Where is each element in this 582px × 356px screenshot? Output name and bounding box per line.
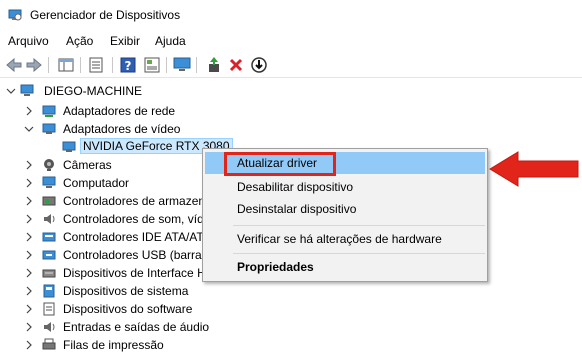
disable-device-label: Desabilitar dispositivo xyxy=(237,180,354,194)
toolbar: ? xyxy=(0,52,582,78)
computer-icon xyxy=(42,176,56,188)
usb-icon xyxy=(42,250,56,260)
properties-label: Propriedades xyxy=(237,260,314,274)
tree-item-label[interactable]: Computador xyxy=(63,176,129,190)
menu-separator xyxy=(233,253,485,254)
tree-item-label[interactable]: Controladores IDE ATA/ATA xyxy=(63,230,211,244)
chevron-right-icon[interactable] xyxy=(24,214,34,224)
tree-item-label[interactable]: Dispositivos de Interface H xyxy=(63,266,206,280)
chevron-down-icon[interactable] xyxy=(6,86,16,96)
display-adapter-icon xyxy=(42,123,56,134)
tree-item-label[interactable]: Controladores de som, víd xyxy=(63,212,204,226)
properties-menu-item[interactable]: Propriedades xyxy=(205,256,485,278)
gpu-icon xyxy=(62,141,76,152)
sound-icon xyxy=(44,214,55,224)
back-icon[interactable] xyxy=(4,56,24,74)
menu-arquivo[interactable]: Arquivo xyxy=(8,34,49,48)
highlight-box xyxy=(224,152,336,176)
download-icon[interactable] xyxy=(249,56,269,74)
chevron-right-icon[interactable] xyxy=(24,106,34,116)
scan-hardware-menu-item[interactable]: Verificar se há alterações de hardware xyxy=(205,228,485,250)
chevron-right-icon[interactable] xyxy=(24,322,34,332)
properties-pane-icon[interactable] xyxy=(56,56,76,74)
tree-item-label[interactable]: Filas de impressão xyxy=(63,338,164,352)
menu-bar: Arquivo Ação Exibir Ajuda xyxy=(0,30,582,52)
properties-icon[interactable] xyxy=(142,56,162,74)
disable-device-menu-item[interactable]: Desabilitar dispositivo xyxy=(205,176,485,198)
hid-icon xyxy=(42,269,56,278)
uninstall-device-menu-item[interactable]: Desinstalar dispositivo xyxy=(205,198,485,220)
chevron-right-icon[interactable] xyxy=(24,250,34,260)
menu-exibir[interactable]: Exibir xyxy=(110,34,140,48)
ide-icon xyxy=(42,232,56,242)
menu-ajuda[interactable]: Ajuda xyxy=(155,34,186,48)
uninstall-icon[interactable] xyxy=(226,56,246,74)
tree-item-label[interactable]: Adaptadores de vídeo xyxy=(63,122,180,136)
tree-item-label[interactable]: Controladores de armazen xyxy=(63,194,205,208)
tree-root-label[interactable]: DIEGO-MACHINE xyxy=(44,84,142,98)
computer-icon xyxy=(20,84,34,96)
title-bar: Gerenciador de Dispositivos xyxy=(0,0,582,30)
window-title: Gerenciador de Dispositivos xyxy=(30,8,181,22)
tree-item-label[interactable]: Câmeras xyxy=(63,158,112,172)
help-icon[interactable]: ? xyxy=(118,56,138,74)
chevron-down-icon[interactable] xyxy=(24,124,34,134)
chevron-right-icon[interactable] xyxy=(24,340,34,350)
tree-item-label[interactable]: Entradas e saídas de áudio xyxy=(63,320,209,334)
uninstall-device-label: Desinstalar dispositivo xyxy=(237,202,357,216)
chevron-right-icon[interactable] xyxy=(24,268,34,278)
chevron-right-icon[interactable] xyxy=(24,232,34,242)
tree-item-label[interactable]: Dispositivos do software xyxy=(63,302,192,316)
tree-item-label[interactable]: Adaptadores de rede xyxy=(63,104,175,118)
red-arrow-icon xyxy=(489,151,579,187)
update-driver-icon[interactable] xyxy=(204,56,224,74)
chevron-right-icon[interactable] xyxy=(24,286,34,296)
chevron-right-icon[interactable] xyxy=(24,196,34,206)
chevron-right-icon[interactable] xyxy=(24,160,34,170)
device-manager-icon xyxy=(8,9,22,21)
print-queue-icon xyxy=(42,338,56,350)
menu-acao[interactable]: Ação xyxy=(66,34,93,48)
forward-icon[interactable] xyxy=(24,56,44,74)
camera-icon xyxy=(44,159,54,171)
system-devices-icon xyxy=(43,284,55,298)
audio-io-icon xyxy=(44,322,55,332)
svg-text:?: ? xyxy=(125,59,132,73)
menu-separator xyxy=(233,225,485,226)
monitor-scan-icon[interactable] xyxy=(172,56,192,74)
software-devices-icon xyxy=(43,302,55,316)
scan-hardware-label: Verificar se há alterações de hardware xyxy=(237,232,442,246)
tree-item-label[interactable]: Controladores USB (barran xyxy=(63,248,208,262)
tree-item-label[interactable]: Dispositivos de sistema xyxy=(63,284,188,298)
list-icon[interactable] xyxy=(86,56,106,74)
chevron-right-icon[interactable] xyxy=(24,178,34,188)
network-adapter-icon xyxy=(42,105,56,117)
storage-controller-icon xyxy=(42,196,56,206)
chevron-right-icon[interactable] xyxy=(24,304,34,314)
